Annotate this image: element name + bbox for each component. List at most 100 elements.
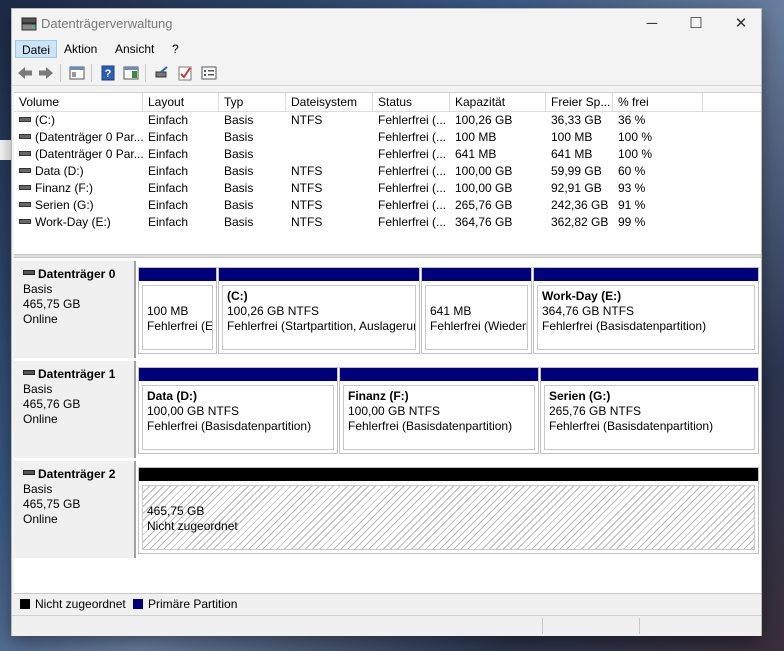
disk-row: Datenträger 0 Basis 465,75 GB Online 100… [14,261,761,358]
partition-details: Serien (G:) 265,76 GB NTFS Fehlerfrei (B… [544,385,755,450]
volume-filesystem: NTFS [291,181,323,195]
column-header-dateisystem[interactable]: Dateisystem [286,93,373,111]
volume-layout: Einfach [148,164,189,178]
disk-type: Basis [23,482,53,496]
volume-row[interactable]: Serien (G:) Einfach Basis NTFS Fehlerfre… [14,197,761,214]
volume-layout: Einfach [148,181,189,195]
volume-row[interactable]: (C:) Einfach Basis NTFS Fehlerfrei (... … [14,112,761,129]
forward-arrow-icon[interactable] [37,64,55,82]
column-header-volume[interactable]: Volume [14,93,143,111]
column-header-typ[interactable]: Typ [219,93,286,111]
help-icon[interactable]: ? [99,64,117,82]
volume-row[interactable]: Data (D:) Einfach Basis NTFS Fehlerfrei … [14,163,761,180]
volume-row[interactable]: (Datenträger 0 Par... Einfach Basis Fehl… [14,129,761,146]
volume-percent-free: 100 % [618,147,653,161]
legend-primary-label: Primäre Partition [148,597,238,611]
partition-status: Fehlerfrei (Basisdatenpartition) [348,419,513,433]
back-arrow-icon[interactable] [16,64,34,82]
volume-status: Fehlerfrei (... [378,130,447,144]
volume-filesystem [286,129,373,146]
partition-block[interactable]: Serien (G:) 265,76 GB NTFS Fehlerfrei (B… [540,367,759,454]
disk-size: 465,76 GB [23,397,81,411]
check-icon[interactable] [176,64,194,82]
volume-layout: Einfach [148,147,189,161]
volume-row[interactable]: (Datenträger 0 Par... Einfach Basis Fehl… [14,146,761,163]
volume-name: Work-Day (E:) [35,215,111,229]
partition-block[interactable]: (C:) 100,26 GB NTFS Fehlerfrei (Startpar… [218,267,420,354]
title-bar[interactable]: Datenträgerverwaltung ─ ☐ ✕ [12,9,761,39]
connect-icon[interactable] [153,64,171,82]
unallocated-block[interactable]: 465,75 GB Nicht zugeordnet [138,467,759,554]
legend-primary-swatch [133,599,143,609]
volume-type: Basis [224,113,254,127]
volume-type: Basis [224,215,254,229]
partition-block[interactable]: Finanz (F:) 100,00 GB NTFS Fehlerfrei (B… [339,367,539,454]
volume-layout: Einfach [148,113,189,127]
column-header-prozent-frei[interactable]: % frei [613,93,703,111]
disk-info-panel[interactable]: Datenträger 1 Basis 465,76 GB Online [14,361,136,458]
volume-list: Volume Layout Typ Dateisystem Status Kap… [14,92,761,255]
volume-name: Data (D:) [35,164,84,178]
partition-details: 465,75 GB Nicht zugeordnet [142,485,755,550]
volume-layout: Einfach [148,198,189,212]
volume-free-space: 92,91 GB [551,181,602,195]
volume-status: Fehlerfrei (... [378,164,447,178]
column-header-status[interactable]: Status [373,93,450,111]
disk-size: 465,75 GB [23,297,81,311]
volume-capacity: 100,00 GB [455,181,513,195]
volume-type: Basis [224,130,254,144]
disk-info-panel[interactable]: Datenträger 2 Basis 465,75 GB Online [14,461,136,558]
volume-free-space: 362,82 GB [551,215,609,229]
partition-size: 465,75 GB [147,504,205,518]
volume-row[interactable]: Finanz (F:) Einfach Basis NTFS Fehlerfre… [14,180,761,197]
disk-management-app-icon [21,17,37,31]
partition-title: Finanz (F:) [348,389,409,403]
disk-row: Datenträger 1 Basis 465,76 GB Online Dat… [14,361,761,458]
partition-size: 100,00 GB NTFS [147,404,240,418]
partition-status: Fehlerfrei (EI [147,319,213,333]
volume-percent-free: 93 % [618,181,646,195]
partition-type-band [422,268,531,281]
column-header-layout[interactable]: Layout [143,93,219,111]
volume-type: Basis [224,147,254,161]
volume-list-header: Volume Layout Typ Dateisystem Status Kap… [14,93,761,112]
status-bar [12,615,761,636]
volume-row[interactable]: Work-Day (E:) Einfach Basis NTFS Fehlerf… [14,214,761,231]
partition-block[interactable]: Work-Day (E:) 364,76 GB NTFS Fehlerfrei … [533,267,759,354]
menu-datei[interactable]: Datei [15,40,58,58]
disk-icon [23,470,35,476]
action-pane-icon[interactable] [122,64,140,82]
properties-icon[interactable] [200,64,218,82]
toolbar-separator [145,64,146,82]
column-header-freier-speicher[interactable]: Freier Sp... [546,93,613,111]
disk-type: Basis [23,382,53,396]
column-header-kapazitaet[interactable]: Kapazität [450,93,546,111]
legend-unallocated-swatch [20,599,30,609]
partition-status: Fehlerfrei (Startpartition, Auslagerun [227,319,416,333]
volume-capacity: 100 MB [455,130,497,144]
partition-title: Serien (G:) [549,389,611,403]
partition-type-band [139,368,337,381]
volume-layout: Einfach [148,130,189,144]
partition-block[interactable]: 641 MB Fehlerfrei (Wiederh [421,267,532,354]
minimize-button[interactable]: ─ [632,13,672,37]
menu-aktion[interactable]: Aktion [58,40,103,58]
menu-bar: Datei Aktion Ansicht ? [12,39,761,59]
disk-state: Online [23,312,58,326]
volume-percent-free: 60 % [618,164,646,178]
console-tree-icon[interactable] [68,64,86,82]
partition-block[interactable]: 100 MB Fehlerfrei (EI [138,267,217,354]
volume-free-space: 36,33 GB [551,113,602,127]
disk-info-panel[interactable]: Datenträger 0 Basis 465,75 GB Online [14,261,136,358]
partition-block[interactable]: Data (D:) 100,00 GB NTFS Fehlerfrei (Bas… [138,367,338,454]
close-button[interactable]: ✕ [721,13,761,37]
volume-filesystem: NTFS [291,113,323,127]
disk-graphical-view: Datenträger 0 Basis 465,75 GB Online 100… [14,258,761,593]
volume-status: Fehlerfrei (... [378,113,447,127]
partition-size: 100 MB [147,304,189,318]
partition-size: 641 MB [430,304,472,318]
menu-ansicht[interactable]: Ansicht [109,40,160,58]
maximize-button[interactable]: ☐ [676,13,716,37]
menu-help[interactable]: ? [166,40,185,58]
partition-size: 265,76 GB NTFS [549,404,642,418]
